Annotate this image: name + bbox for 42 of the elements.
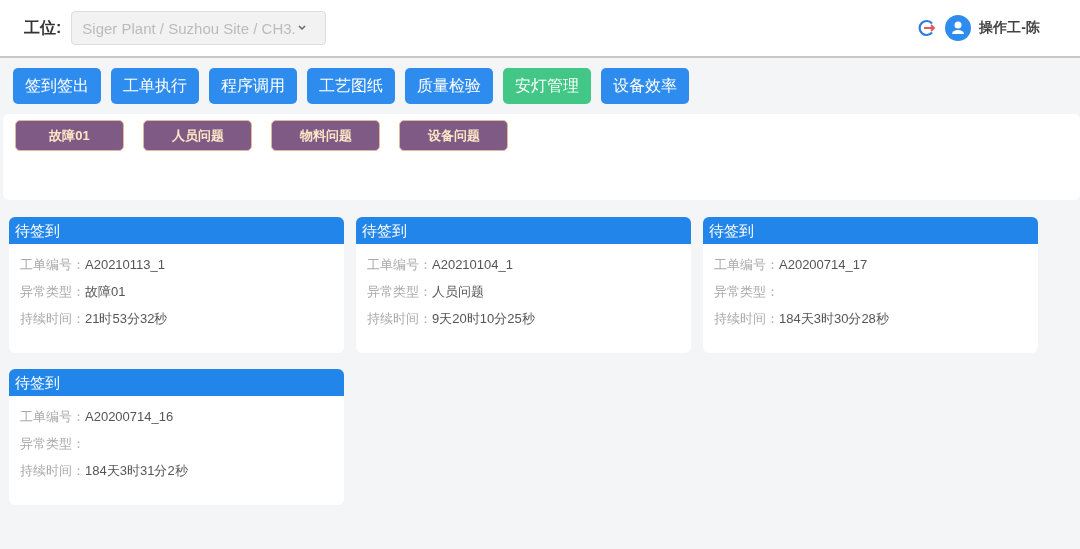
field-label: 持续时间： <box>367 310 432 327</box>
card-header: 待签到 <box>9 217 344 244</box>
card-header: 待签到 <box>356 217 691 244</box>
field-value: 故障01 <box>85 283 126 300</box>
category-button[interactable]: 设备问题 <box>399 120 508 151</box>
field-label: 持续时间： <box>20 462 85 479</box>
field-value: 184天3时31分2秒 <box>85 462 188 479</box>
nav-tab[interactable]: 安灯管理 <box>503 68 591 104</box>
field-label: 工单编号： <box>20 256 85 273</box>
field-label: 工单编号： <box>714 256 779 273</box>
user-name: 操作工-陈 <box>979 19 1040 37</box>
field-value: A20210104_1 <box>432 256 513 273</box>
nav-tab[interactable]: 签到签出 <box>13 68 101 104</box>
field-label: 异常类型： <box>20 435 85 452</box>
field-value: A20200714_17 <box>779 256 868 273</box>
category-button[interactable]: 故障01 <box>15 120 124 151</box>
field-label: 异常类型： <box>20 283 85 300</box>
category-button[interactable]: 人员问题 <box>143 120 252 151</box>
nav-tab[interactable]: 工单执行 <box>111 68 199 104</box>
nav-tab[interactable]: 质量检验 <box>405 68 493 104</box>
nav-tab[interactable]: 程序调用 <box>209 68 297 104</box>
field-label: 持续时间： <box>20 310 85 327</box>
field-value: 人员问题 <box>432 283 484 300</box>
logout-icon[interactable] <box>917 18 938 38</box>
field-label: 工单编号： <box>367 256 432 273</box>
field-value: A20210113_1 <box>85 256 165 273</box>
station-label: 工位: <box>24 17 62 38</box>
field-label: 异常类型： <box>367 283 432 300</box>
field-value: A20200714_16 <box>85 408 174 425</box>
avatar-icon[interactable] <box>945 15 972 41</box>
chevron-down-icon <box>297 25 306 31</box>
nav-tab[interactable]: 设备效率 <box>601 68 689 104</box>
field-value: 9天20时10分25秒 <box>432 310 535 327</box>
category-button[interactable]: 物料问题 <box>271 120 380 151</box>
field-value: 184天3时30分28秒 <box>779 310 889 327</box>
field-label: 工单编号： <box>20 408 85 425</box>
card-header: 待签到 <box>703 217 1038 244</box>
field-label: 持续时间： <box>714 310 779 327</box>
field-label: 异常类型： <box>714 283 779 300</box>
field-value: 21时53分32秒 <box>85 310 168 327</box>
nav-tab[interactable]: 工艺图纸 <box>307 68 395 104</box>
card-header: 待签到 <box>9 369 344 396</box>
